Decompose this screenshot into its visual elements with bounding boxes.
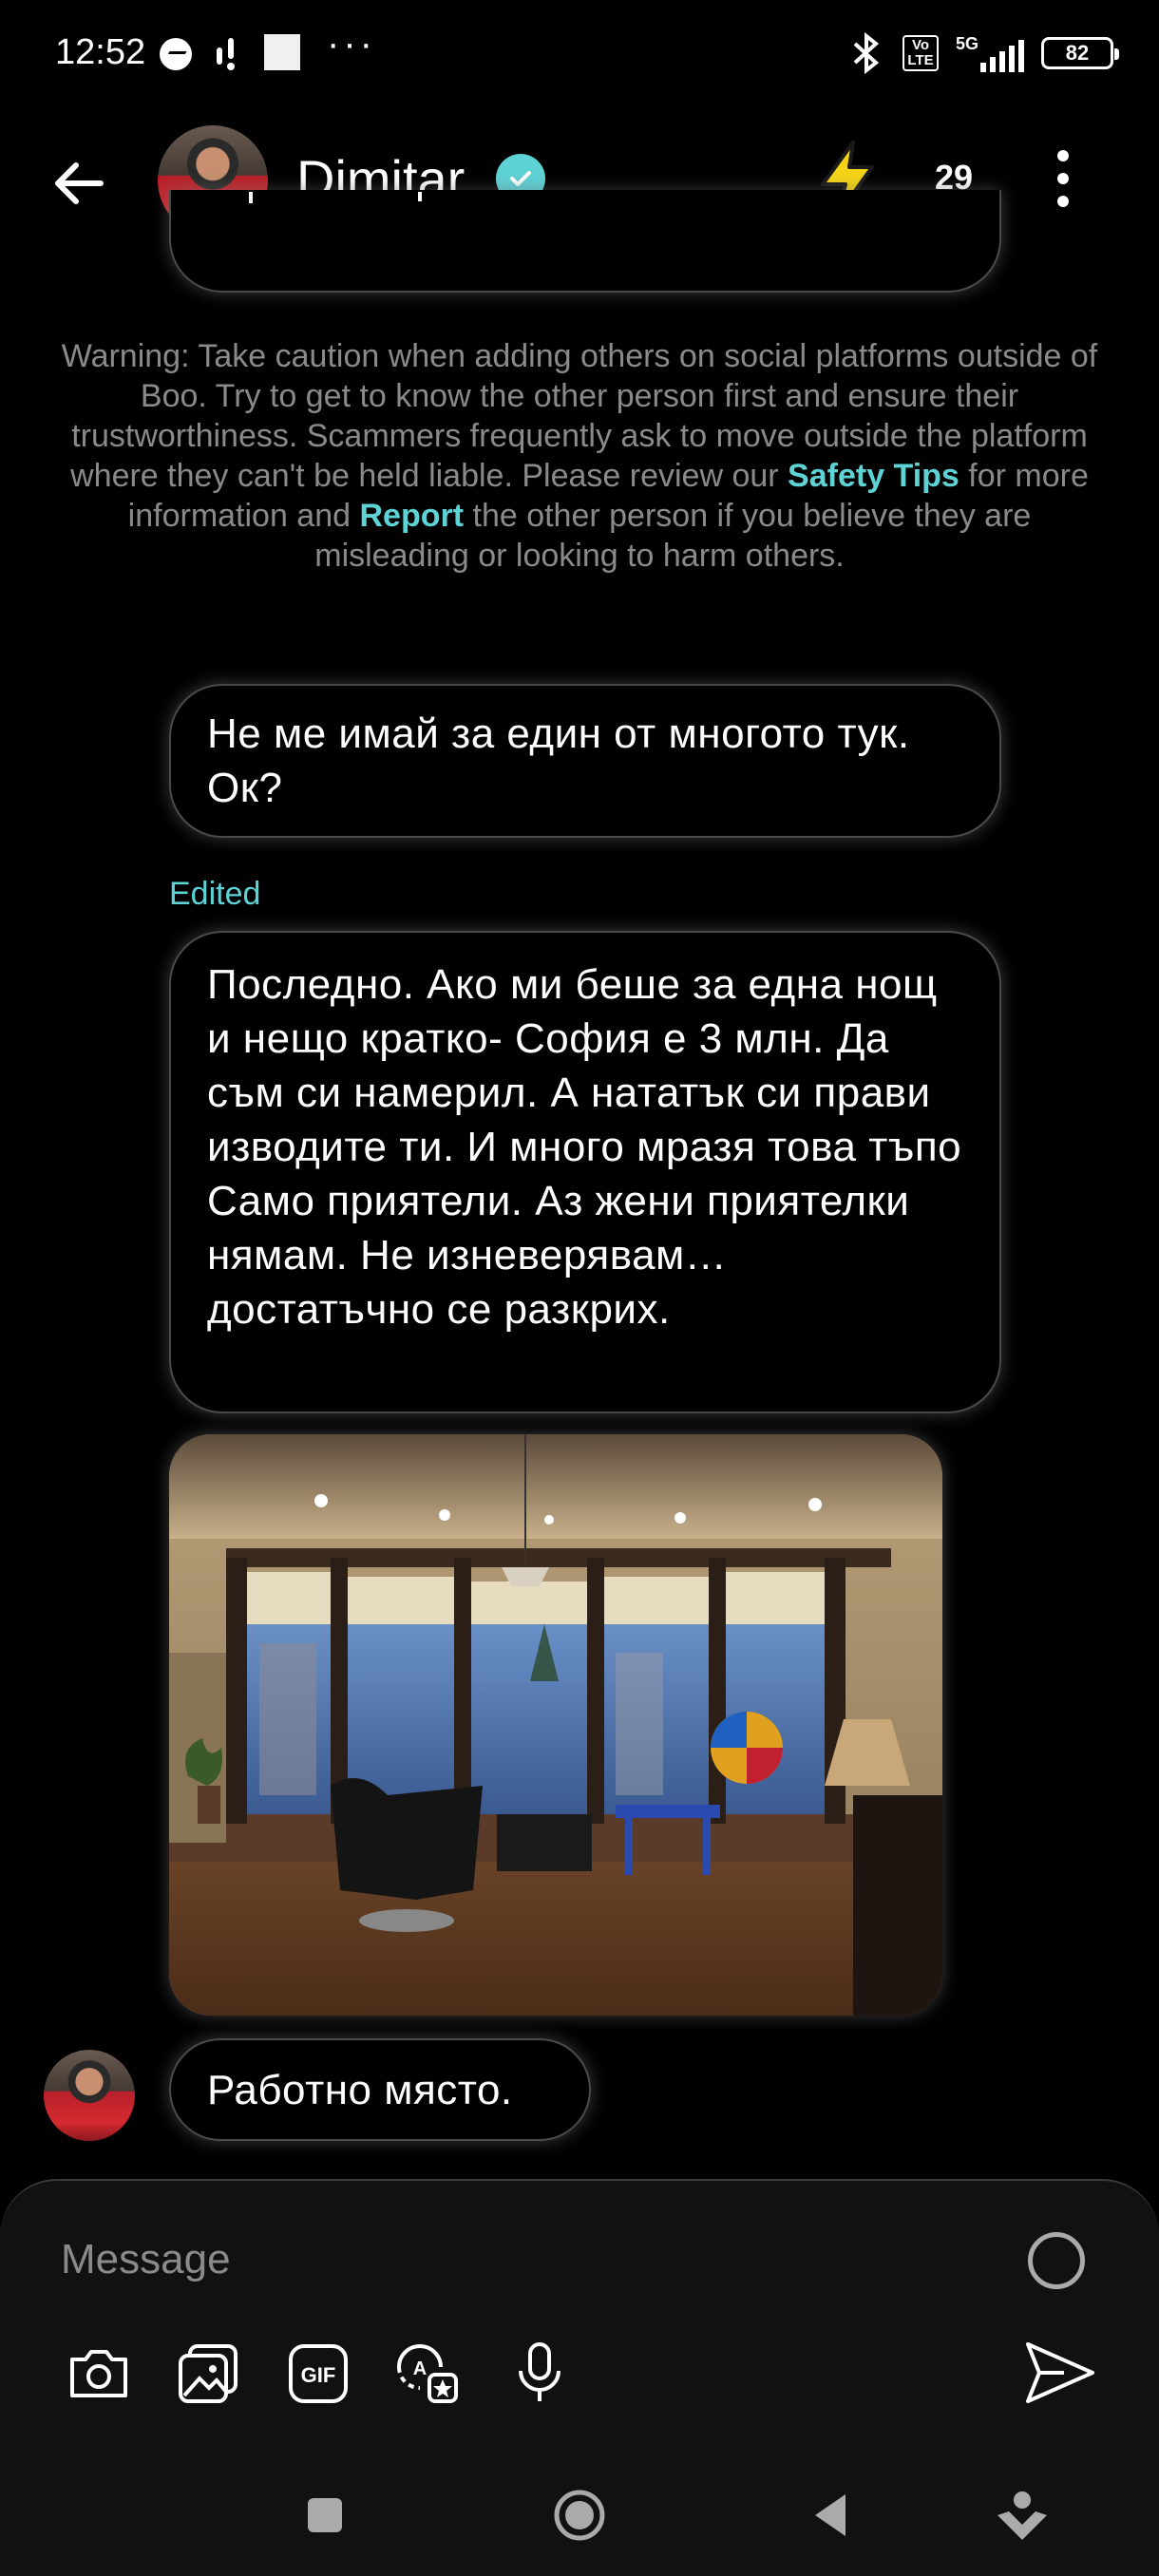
network-type: 5G <box>956 34 979 53</box>
recents-button-icon[interactable] <box>302 2487 348 2544</box>
room-photo <box>169 1434 942 2016</box>
message-bubble[interactable]: Не ме имай за един от многото тук. Ок? <box>169 684 1001 838</box>
home-button-icon[interactable] <box>549 2487 610 2544</box>
assistant-button-icon[interactable] <box>994 2487 1051 2544</box>
volte-icon: Vo LTE <box>902 35 939 71</box>
circle-button-icon[interactable] <box>1028 2232 1085 2289</box>
status-time: 12:52 <box>55 32 146 72</box>
message-composer: GIF A <box>0 2179 1159 2454</box>
ai-sticker-icon[interactable]: A <box>393 2339 462 2407</box>
svg-text:GIF: GIF <box>301 2363 336 2387</box>
battery-icon: 82 <box>1041 37 1119 69</box>
status-bar: 12:52 ··· Vo LTE 5G 82 <box>0 0 1159 109</box>
message-input[interactable] <box>61 2236 916 2283</box>
safety-tips-link[interactable]: Safety Tips <box>788 458 960 494</box>
notification-icon <box>217 38 235 70</box>
safety-warning: Warning: Take caution when adding others… <box>57 336 1102 576</box>
microphone-icon[interactable] <box>505 2339 574 2407</box>
message-text: Последно. Ако ми беше за една нощ и нещо… <box>207 961 962 1333</box>
message-text: Работно място. <box>207 2067 513 2113</box>
message-bubble[interactable]: Работно място. <box>169 2038 591 2141</box>
back-arrow-icon[interactable] <box>49 154 108 213</box>
send-icon[interactable] <box>1022 2337 1098 2409</box>
app-icon <box>264 34 300 70</box>
message-text: Не ме имай за един от многото тук. Ок? <box>207 710 910 811</box>
gif-icon[interactable]: GIF <box>285 2339 353 2407</box>
previous-message-bubble[interactable] <box>169 190 1001 293</box>
svg-text:A: A <box>413 2358 427 2379</box>
bluetooth-icon <box>853 32 880 74</box>
messenger-icon <box>160 38 192 70</box>
edited-label: Edited <box>169 876 261 912</box>
message-bubble[interactable]: Последно. Ако ми беше за една нощ и нещо… <box>169 931 1001 1413</box>
back-button-icon[interactable] <box>808 2487 853 2544</box>
gallery-icon[interactable] <box>175 2339 243 2407</box>
more-notifications-icon: ··· <box>327 23 376 65</box>
photo-message[interactable] <box>169 1434 942 2016</box>
system-navigation-bar <box>0 2454 1159 2576</box>
report-link[interactable]: Report <box>359 498 464 534</box>
battery-level: 82 <box>1065 41 1090 65</box>
camera-icon[interactable] <box>65 2339 133 2407</box>
cellular-signal-icon: 5G <box>956 34 1024 72</box>
contact-avatar-small[interactable] <box>44 2050 135 2141</box>
status-right: Vo LTE 5G 82 <box>847 32 1119 74</box>
more-options-icon[interactable] <box>1049 150 1077 207</box>
